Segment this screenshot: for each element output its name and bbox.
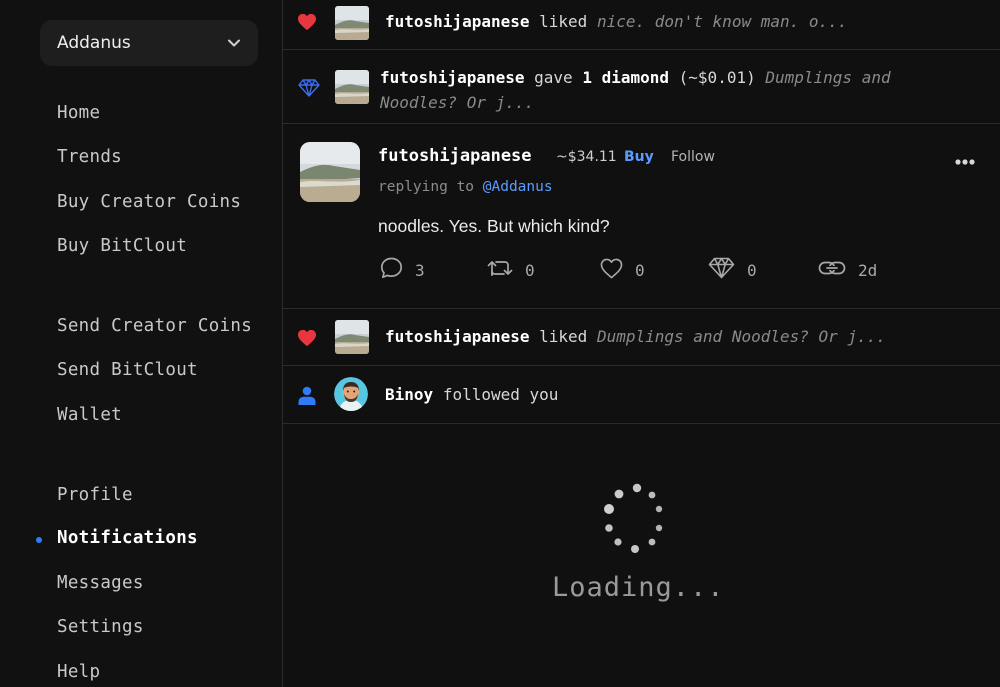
notification-like[interactable]: futoshijapanese liked nice. don't know m… [283, 0, 1000, 50]
replying-to: replying to @Addanus [378, 179, 553, 195]
notification-action: liked [539, 327, 588, 346]
replying-to-label: replying to [378, 179, 475, 195]
follower-avatar[interactable] [334, 377, 368, 411]
notification-username[interactable]: futoshijapanese [385, 327, 530, 346]
diamond-button[interactable]: 0 [708, 257, 757, 283]
post-author-username[interactable]: futoshijapanese [378, 146, 532, 166]
heart-outline-icon [600, 258, 623, 283]
diamond-icon [298, 78, 320, 98]
notification-snippet[interactable]: Dumplings and Noodles? Or j... [597, 327, 886, 346]
notifications-feed: futoshijapanese liked nice. don't know m… [283, 0, 1000, 687]
post-age: 2d [858, 260, 878, 280]
chevron-down-icon [226, 35, 242, 51]
account-switcher[interactable]: Addanus [40, 20, 258, 66]
diamond-amount: 1 diamond [582, 68, 670, 87]
loading-spinner [595, 480, 675, 564]
nav-settings[interactable]: Settings [57, 617, 144, 637]
notification-username[interactable]: futoshijapanese [380, 68, 525, 87]
diamond-value: (~$0.01) [678, 68, 756, 87]
nav-notifications[interactable]: Notifications [57, 528, 198, 548]
like-count: 0 [635, 260, 645, 280]
heart-icon [297, 328, 317, 348]
account-name: Addanus [57, 33, 131, 53]
notification-snippet[interactable]: Dumplings and [765, 68, 890, 87]
notification-snippet[interactable]: nice. don't know man. o... [597, 12, 847, 31]
like-button[interactable]: 0 [600, 258, 645, 282]
follow-button[interactable]: Follow [671, 149, 715, 165]
notification-like[interactable]: futoshijapanese liked Dumplings and Nood… [283, 309, 1000, 366]
link-icon [818, 260, 846, 280]
post-link-button[interactable]: 2d [818, 258, 877, 282]
notification-diamond[interactable]: futoshijapanese gave 1 diamond (~$0.01) … [283, 50, 1000, 124]
nav-buy-creator-coins[interactable]: Buy Creator Coins [57, 192, 241, 212]
more-options-icon[interactable] [954, 152, 976, 165]
replying-to-handle[interactable]: @Addanus [483, 179, 553, 195]
post-card[interactable]: futoshijapanese ~$34.11 Buy Follow reply… [283, 124, 1000, 309]
heart-icon [297, 12, 317, 32]
person-icon [297, 385, 317, 405]
reclout-count: 0 [525, 260, 535, 280]
active-indicator-dot [36, 537, 42, 543]
reclout-button[interactable]: 0 [487, 258, 535, 282]
notification-action: liked [539, 12, 588, 31]
notification-follow[interactable]: Binoy followed you [283, 366, 1000, 424]
nav-buy-bitclout[interactable]: Buy BitClout [57, 236, 187, 256]
user-avatar[interactable] [335, 70, 369, 104]
nav-messages[interactable]: Messages [57, 573, 144, 593]
diamond-count: 0 [747, 260, 757, 280]
user-avatar[interactable] [335, 320, 369, 354]
buy-coin-button[interactable]: Buy [624, 149, 654, 165]
creator-coin-price: ~$34.11 [556, 149, 617, 165]
notification-action: gave [534, 68, 573, 87]
comment-icon [380, 257, 403, 283]
nav-send-creator-coins[interactable]: Send Creator Coins [57, 316, 252, 336]
loading-text: Loading... [552, 572, 725, 603]
notification-snippet-continued[interactable]: Noodles? Or j... [380, 93, 534, 112]
sidebar: Addanus Home Trends Buy Creator Coins Bu… [0, 0, 283, 687]
reclout-icon [487, 258, 513, 282]
notification-username[interactable]: Binoy [385, 385, 433, 404]
notification-action: followed you [442, 385, 559, 404]
nav-home[interactable]: Home [57, 103, 100, 123]
nav-send-bitclout[interactable]: Send BitClout [57, 360, 198, 380]
comment-count: 3 [415, 260, 425, 280]
nav-wallet[interactable]: Wallet [57, 405, 122, 425]
nav-help[interactable]: Help [57, 662, 100, 682]
user-avatar[interactable] [335, 6, 369, 40]
post-body: noodles. Yes. But which kind? [378, 216, 610, 236]
notification-username[interactable]: futoshijapanese [385, 12, 530, 31]
nav-trends[interactable]: Trends [57, 147, 122, 167]
nav-profile[interactable]: Profile [57, 485, 133, 505]
comment-button[interactable]: 3 [380, 257, 425, 283]
post-author-avatar[interactable] [300, 142, 360, 202]
diamond-outline-icon [708, 257, 735, 283]
